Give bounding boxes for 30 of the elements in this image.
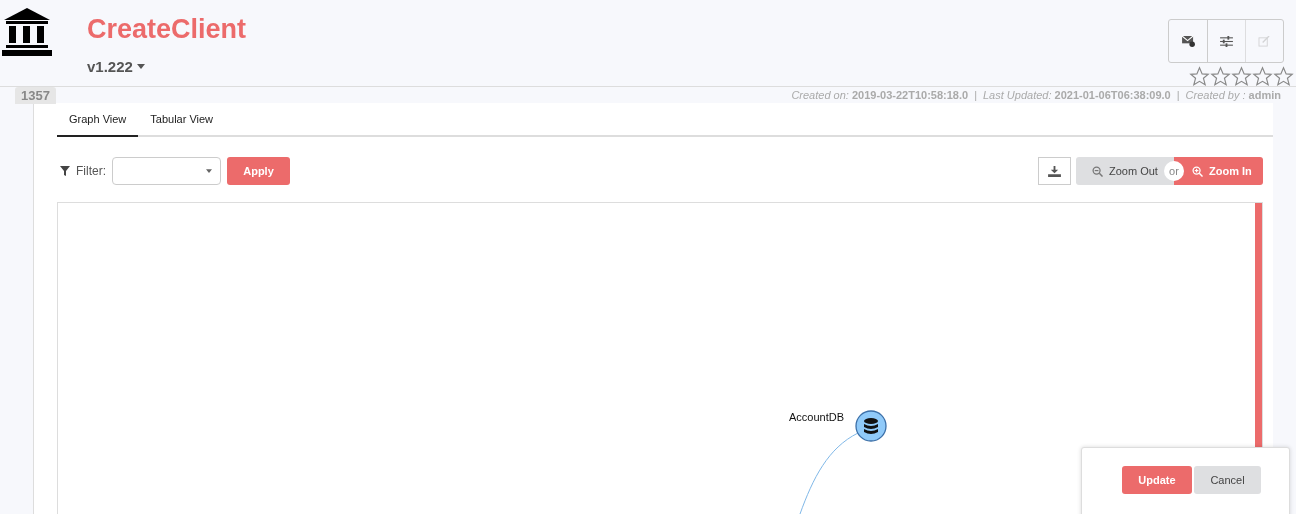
filter-label: Filter: [76,164,106,178]
star-icon [1273,66,1294,87]
download-icon [1048,165,1061,177]
separator: | [974,89,977,101]
star-rating[interactable] [1189,66,1294,87]
star-icon [1231,66,1252,87]
envelope-icon [1181,35,1195,47]
star-icon [1252,66,1273,87]
bank-icon [2,6,52,56]
database-node[interactable] [855,410,887,442]
caret-icon [206,169,212,173]
meta-info: Created on: 2019-03-22T10:58:18.0 [791,89,969,101]
app-title: CreateClient [87,14,247,45]
meta-info: Created by : admin [1185,89,1281,101]
tab[interactable]: Tabular View [138,103,226,137]
separator: | [1176,89,1180,101]
meta-info: Last Updated: 2021-01-06T06:38:09.0 [983,89,1171,101]
filter-icon [60,166,70,176]
sliders-icon [1220,35,1233,47]
star-icon [1189,66,1210,87]
node-label: AccountDB [789,411,845,423]
star-icon [1210,66,1231,87]
cancel-button[interactable]: Cancel [1194,466,1261,494]
tab[interactable]: Graph View [57,103,139,137]
zoom-in-icon [1192,165,1203,177]
caret-icon [136,64,145,69]
version-dropdown[interactable]: v1.222 [87,58,247,75]
download-button[interactable] [1038,157,1071,185]
zoom-out-icon [1092,165,1103,177]
edit-icon [1258,35,1271,47]
